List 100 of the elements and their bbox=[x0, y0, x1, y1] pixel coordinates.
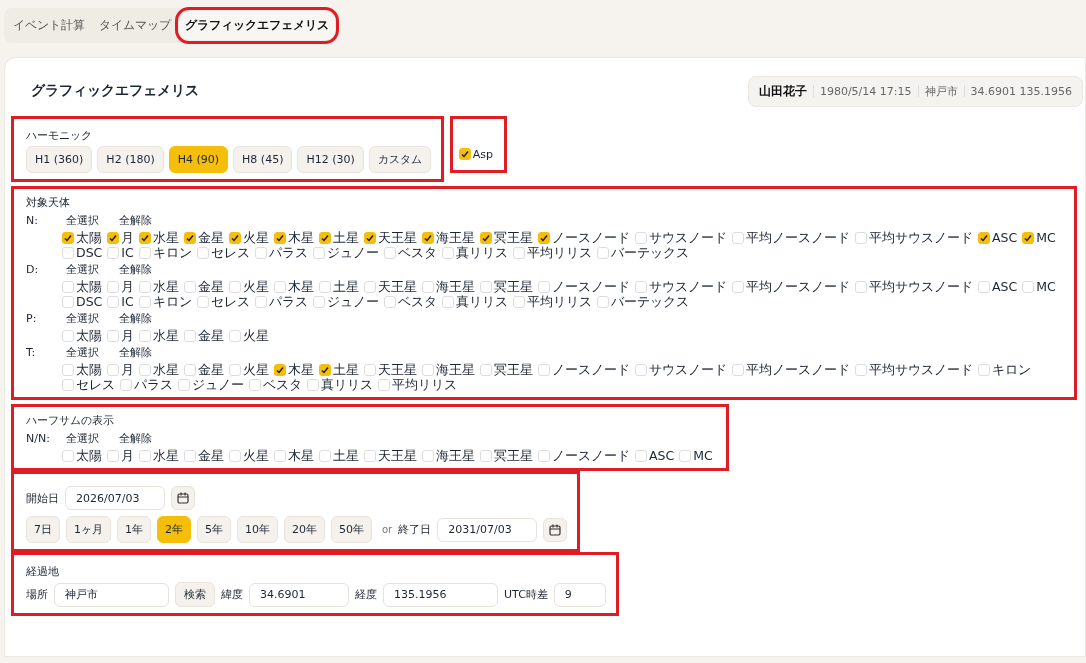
checkbox[interactable] bbox=[274, 449, 286, 462]
checkbox[interactable] bbox=[635, 280, 647, 293]
period-button[interactable]: 50年 bbox=[331, 516, 372, 543]
checkbox[interactable] bbox=[635, 231, 647, 244]
checkbox[interactable] bbox=[458, 148, 471, 160]
checkbox[interactable] bbox=[480, 280, 492, 293]
period-button[interactable]: 1ヶ月 bbox=[66, 516, 111, 543]
checkbox[interactable] bbox=[184, 231, 196, 244]
checkbox[interactable] bbox=[978, 231, 990, 244]
checkbox[interactable] bbox=[62, 449, 74, 462]
checkbox[interactable] bbox=[184, 329, 196, 342]
checkbox[interactable] bbox=[229, 280, 241, 293]
checkbox[interactable] bbox=[422, 231, 434, 244]
checkbox[interactable] bbox=[107, 280, 119, 293]
checkbox[interactable] bbox=[312, 295, 325, 308]
checkbox[interactable] bbox=[732, 280, 744, 293]
clear-all-link[interactable]: 全解除 bbox=[119, 262, 152, 277]
checkbox[interactable] bbox=[1022, 231, 1035, 244]
checkbox[interactable] bbox=[538, 280, 550, 293]
harmonic-button[interactable]: H8 (45) bbox=[233, 146, 293, 173]
checkbox[interactable] bbox=[120, 378, 132, 391]
checkbox[interactable] bbox=[254, 295, 267, 308]
checkbox[interactable] bbox=[107, 363, 119, 376]
checkbox[interactable] bbox=[378, 378, 390, 391]
checkbox[interactable] bbox=[229, 329, 241, 342]
latitude-field[interactable]: 34.6901 bbox=[249, 582, 349, 607]
checkbox[interactable] bbox=[422, 363, 434, 376]
checkbox[interactable] bbox=[319, 449, 331, 462]
checkbox[interactable] bbox=[139, 231, 151, 244]
checkbox[interactable] bbox=[107, 449, 119, 462]
checkbox[interactable] bbox=[441, 295, 454, 308]
checkbox[interactable] bbox=[274, 363, 286, 376]
end-date-field[interactable]: 2031/07/03 bbox=[437, 517, 538, 542]
checkbox[interactable] bbox=[62, 329, 74, 342]
checkbox[interactable] bbox=[62, 363, 74, 376]
calendar-button[interactable] bbox=[543, 517, 568, 542]
checkbox[interactable] bbox=[596, 246, 609, 259]
checkbox[interactable] bbox=[855, 280, 867, 293]
checkbox[interactable] bbox=[229, 231, 241, 244]
period-button[interactable]: 5年 bbox=[197, 516, 231, 543]
checkbox[interactable] bbox=[441, 246, 454, 259]
period-button[interactable]: 1年 bbox=[117, 516, 151, 543]
checkbox[interactable] bbox=[139, 280, 151, 293]
harmonic-button[interactable]: カスタム bbox=[368, 146, 431, 173]
checkbox[interactable] bbox=[107, 246, 120, 259]
checkbox[interactable] bbox=[1022, 280, 1035, 293]
checkbox[interactable] bbox=[364, 280, 376, 293]
tab[interactable]: イベント計算 bbox=[7, 11, 91, 40]
utc-offset-field[interactable]: 9 bbox=[553, 582, 606, 607]
checkbox[interactable] bbox=[307, 378, 319, 391]
select-all-link[interactable]: 全選択 bbox=[66, 213, 99, 228]
select-all-link[interactable]: 全選択 bbox=[66, 431, 99, 446]
checkbox[interactable] bbox=[480, 449, 492, 462]
longitude-field[interactable]: 135.1956 bbox=[383, 582, 498, 607]
checkbox[interactable] bbox=[319, 231, 331, 244]
checkbox[interactable] bbox=[178, 378, 190, 391]
checkbox[interactable] bbox=[184, 280, 196, 293]
checkbox[interactable] bbox=[732, 231, 744, 244]
period-button[interactable]: 20年 bbox=[284, 516, 325, 543]
checkbox[interactable] bbox=[512, 295, 525, 308]
checkbox[interactable] bbox=[229, 449, 241, 462]
checkbox[interactable] bbox=[383, 295, 396, 308]
checkbox[interactable] bbox=[184, 363, 196, 376]
checkbox[interactable] bbox=[319, 363, 331, 376]
checkbox[interactable] bbox=[138, 246, 151, 259]
search-button[interactable]: 検索 bbox=[175, 582, 215, 607]
checkbox[interactable] bbox=[138, 295, 151, 308]
checkbox[interactable] bbox=[855, 231, 867, 244]
checkbox[interactable] bbox=[274, 231, 286, 244]
select-all-link[interactable]: 全選択 bbox=[66, 262, 99, 277]
period-button[interactable]: 2年 bbox=[157, 516, 191, 543]
checkbox[interactable] bbox=[480, 231, 492, 244]
checkbox[interactable] bbox=[364, 449, 376, 462]
checkbox[interactable] bbox=[538, 449, 550, 462]
checkbox[interactable] bbox=[319, 280, 331, 293]
clear-all-link[interactable]: 全解除 bbox=[119, 431, 152, 446]
checkbox[interactable] bbox=[184, 449, 196, 462]
checkbox[interactable] bbox=[635, 363, 647, 376]
harmonic-button[interactable]: H1 (360) bbox=[26, 146, 93, 173]
checkbox[interactable] bbox=[480, 363, 492, 376]
checkbox[interactable] bbox=[107, 295, 120, 308]
tab[interactable]: タイムマップ bbox=[93, 11, 177, 40]
checkbox[interactable] bbox=[538, 363, 550, 376]
checkbox[interactable] bbox=[196, 246, 209, 259]
checkbox[interactable] bbox=[274, 280, 286, 293]
checkbox[interactable] bbox=[364, 363, 376, 376]
select-all-link[interactable]: 全選択 bbox=[66, 311, 99, 326]
checkbox[interactable] bbox=[364, 231, 376, 244]
clear-all-link[interactable]: 全解除 bbox=[119, 345, 152, 360]
checkbox[interactable] bbox=[538, 231, 550, 244]
harmonic-button[interactable]: H4 (90) bbox=[168, 146, 229, 173]
checkbox[interactable] bbox=[512, 246, 525, 259]
checkbox[interactable] bbox=[139, 329, 151, 342]
checkbox[interactable] bbox=[107, 329, 119, 342]
checkbox[interactable] bbox=[978, 280, 990, 293]
clear-all-link[interactable]: 全解除 bbox=[119, 213, 152, 228]
checkbox[interactable] bbox=[229, 363, 241, 376]
checkbox[interactable] bbox=[732, 363, 744, 376]
checkbox[interactable] bbox=[383, 246, 396, 259]
checkbox[interactable] bbox=[62, 231, 74, 244]
